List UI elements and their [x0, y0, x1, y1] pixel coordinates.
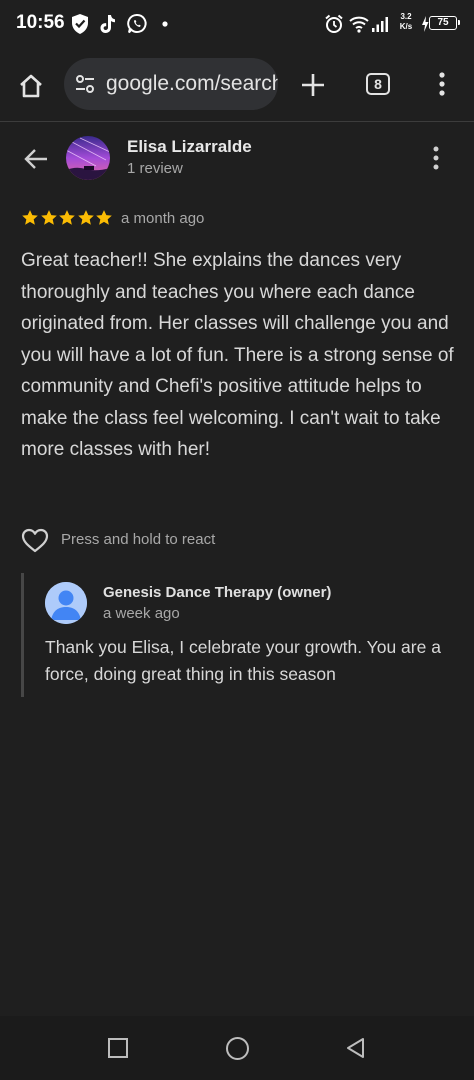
whatsapp-icon: [127, 13, 147, 34]
reviewer-name[interactable]: Elisa Lizarralde: [127, 137, 252, 157]
signal-icon: [372, 17, 388, 32]
reviewer-avatar[interactable]: [66, 136, 110, 180]
star-rating: [21, 209, 114, 229]
review-text: Great teacher!! She explains the dances …: [21, 250, 454, 460]
review-more-icon[interactable]: [425, 144, 447, 172]
more-vert-icon[interactable]: [430, 70, 454, 98]
status-time: 10:56: [16, 12, 65, 33]
star-icon: [22, 210, 38, 225]
reply-indent-bar: [21, 573, 24, 697]
recents-button[interactable]: [108, 1038, 128, 1058]
site-settings-icon[interactable]: [74, 73, 96, 95]
reviewer-review-count: 1 review: [127, 160, 183, 177]
net-speed-unit: K/s: [399, 22, 413, 31]
system-nav-bar: [0, 1016, 474, 1080]
home-button[interactable]: [226, 1037, 249, 1060]
home-icon[interactable]: [16, 71, 46, 101]
back-triangle-icon[interactable]: [344, 1036, 368, 1060]
star-icon: [96, 210, 112, 225]
plus-icon[interactable]: [299, 71, 327, 99]
battery-indicator: 75: [429, 16, 460, 30]
tiktok-icon: [100, 15, 115, 33]
star-icon: [77, 210, 94, 225]
address-bar[interactable]: google.com/search: [64, 58, 278, 110]
toolbar-divider: [0, 121, 474, 122]
star-icon: [40, 210, 57, 225]
heart-icon[interactable]: [20, 526, 50, 554]
shield-check-icon: [72, 14, 88, 34]
url-text[interactable]: google.com/search: [106, 72, 278, 96]
owner-reply-text: Thank you Elisa, I celebrate your growth…: [45, 637, 441, 684]
browser-toolbar: google.com/search 8: [0, 48, 474, 122]
owner-reply-date: a week ago: [103, 605, 180, 622]
net-speed-value: 3.2: [400, 12, 412, 21]
star-icon: [59, 210, 75, 225]
owner-avatar: [45, 582, 87, 624]
net-speed: 3.2 K/s: [394, 12, 418, 32]
react-hint[interactable]: Press and hold to react: [61, 531, 215, 548]
dot-icon: [162, 21, 168, 27]
review-date: a month ago: [121, 210, 205, 227]
status-bar: 10:56 3.2 K/s 75: [0, 0, 474, 48]
owner-name: Genesis Dance Therapy (owner): [103, 584, 332, 601]
wifi-icon: [349, 16, 369, 33]
back-arrow-icon[interactable]: [22, 145, 50, 173]
tab-switcher-button[interactable]: 8: [366, 73, 390, 95]
alarm-icon: [325, 14, 343, 33]
